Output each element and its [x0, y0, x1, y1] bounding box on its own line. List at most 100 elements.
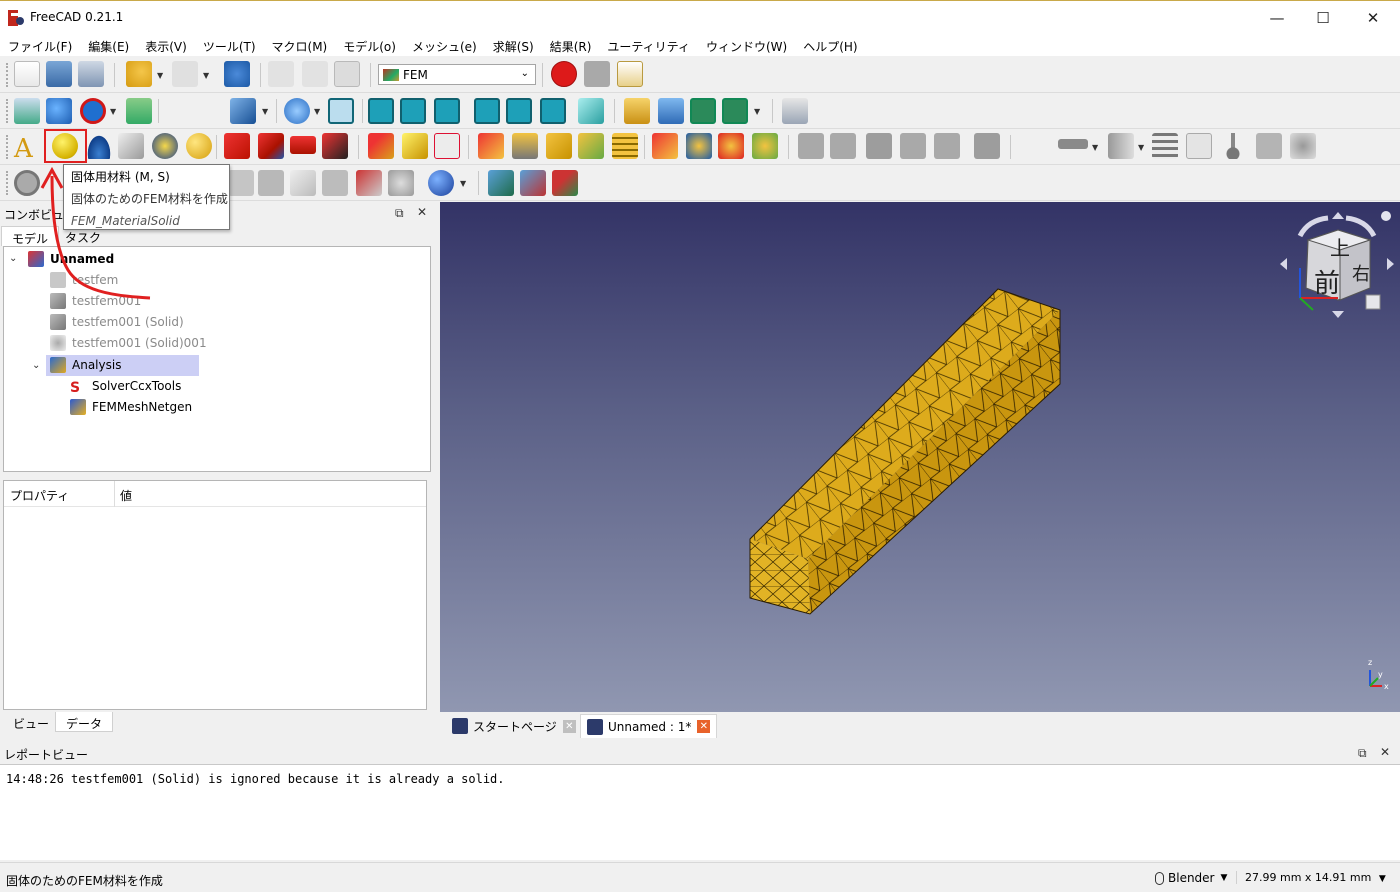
post-filter-region-icon[interactable]	[258, 170, 284, 196]
constraint-dropdown-icon[interactable]: ▼	[1092, 143, 1098, 152]
float-panel-icon[interactable]: ⧉	[395, 206, 404, 221]
bottom-view-icon[interactable]	[506, 98, 532, 124]
create-part-icon[interactable]	[624, 98, 650, 124]
menu-macro[interactable]: マクロ(M)	[264, 34, 336, 56]
tab-data[interactable]: データ	[55, 712, 114, 732]
menu-window[interactable]: ウィンドウ(W)	[698, 34, 795, 56]
rear-view-icon[interactable]	[474, 98, 500, 124]
navcube-front-label[interactable]: 前	[1314, 263, 1340, 300]
toolbar-grip[interactable]	[6, 63, 10, 87]
result-stress-icon[interactable]	[1290, 133, 1316, 159]
left-view-icon[interactable]	[540, 98, 566, 124]
tree-item-mesh[interactable]: FEMMeshNetgen	[70, 397, 192, 417]
constraint-bodyheat-icon[interactable]	[900, 133, 926, 159]
redo-dropdown-icon[interactable]: ▼	[203, 71, 209, 80]
menu-solve[interactable]: 求解(S)	[485, 34, 542, 56]
redo-icon[interactable]	[172, 61, 198, 87]
refresh-icon[interactable]	[224, 61, 250, 87]
close-panel-icon[interactable]: ✕	[417, 205, 427, 219]
sync-view-icon[interactable]	[230, 98, 256, 124]
menu-model[interactable]: モデル(o)	[335, 34, 404, 56]
zoom-dropdown-icon[interactable]: ▼	[314, 107, 320, 116]
tab-model[interactable]: モデル	[1, 226, 60, 246]
mesh-netgen-icon[interactable]	[488, 170, 514, 196]
open-folder-icon[interactable]	[46, 61, 72, 87]
whats-this-icon[interactable]	[782, 98, 808, 124]
tree-item-testfem001[interactable]: testfem001	[50, 291, 141, 311]
post-filter-cut-icon[interactable]	[290, 170, 316, 196]
link-dropdown-icon[interactable]: ▼	[754, 107, 760, 116]
front-view-icon[interactable]	[368, 98, 394, 124]
navcube-right-label[interactable]: 右	[1352, 260, 1370, 286]
constraint-tie-icon[interactable]	[402, 133, 428, 159]
menu-tools[interactable]: ツール(T)	[195, 34, 264, 56]
tree-item-testfem001-solid001[interactable]: testfem001 (Solid)001	[50, 333, 207, 353]
constraint-transform-icon[interactable]	[578, 133, 604, 159]
postpipeline-icon[interactable]	[1152, 133, 1178, 159]
navigation-style-selector[interactable]: Blender ▼	[1155, 871, 1227, 885]
workbench-selector[interactable]: FEM ⌄	[378, 64, 536, 85]
constraint-heatflux-icon[interactable]	[830, 133, 856, 159]
menu-file[interactable]: ファイル(F)	[0, 34, 80, 56]
constraint-displacement-icon[interactable]	[512, 133, 538, 159]
measure-distance-icon[interactable]	[578, 98, 604, 124]
maximize-button[interactable]: ☐	[1300, 1, 1346, 35]
float-panel-icon[interactable]: ⧉	[1358, 746, 1367, 761]
3d-viewport[interactable]: 上 前 右 z y x	[440, 202, 1400, 712]
tree-item-solver[interactable]: S SolverCcxTools	[70, 376, 181, 396]
tab-unnamed[interactable]: Unnamed : 1* ✕	[580, 714, 718, 738]
constraint-force-icon[interactable]	[652, 133, 678, 159]
fluid-material-icon[interactable]	[86, 133, 112, 159]
material-mixed-icon[interactable]	[186, 133, 212, 159]
top-view-icon[interactable]	[400, 98, 426, 124]
menu-utilities[interactable]: ユーティリティ	[599, 34, 698, 56]
minimize-button[interactable]: —	[1254, 1, 1300, 35]
save-icon[interactable]	[78, 61, 104, 87]
constraint-section-print-icon[interactable]	[1058, 139, 1088, 149]
copy-icon[interactable]	[302, 61, 328, 87]
beam-section-icon[interactable]	[290, 136, 316, 154]
expand-root-icon[interactable]: ⌄	[9, 253, 17, 264]
tree-item-testfem001-solid[interactable]: testfem001 (Solid)	[50, 312, 184, 332]
isometric-view-icon[interactable]	[328, 98, 354, 124]
constraint-fixed-icon[interactable]	[478, 133, 504, 159]
mesh-clear-icon[interactable]	[520, 170, 546, 196]
sync-dropdown-icon[interactable]: ▼	[262, 107, 268, 116]
constraint-spring-coil-icon[interactable]	[612, 133, 638, 159]
menu-view[interactable]: 表示(V)	[137, 34, 195, 56]
constraint-spring-icon[interactable]	[434, 133, 460, 159]
cut-icon[interactable]	[268, 61, 294, 87]
toolbar-grip[interactable]	[6, 99, 10, 123]
link-actions-icon[interactable]	[722, 98, 748, 124]
undo-dropdown-icon[interactable]: ▼	[157, 71, 163, 80]
fit-selection-icon[interactable]	[46, 98, 72, 124]
result-displacement-icon[interactable]	[1256, 133, 1282, 159]
constraint-temperature-icon[interactable]	[866, 133, 892, 159]
edit-macro-icon[interactable]	[617, 61, 643, 87]
close-tab-icon[interactable]: ✕	[697, 720, 711, 733]
beam-rotation-icon[interactable]	[258, 133, 284, 159]
create-link-icon[interactable]	[690, 98, 716, 124]
constraint-centrif-icon[interactable]	[718, 133, 744, 159]
analysis-container-icon[interactable]: A	[12, 131, 40, 161]
fem-mesh-solid[interactable]	[440, 202, 1400, 712]
mesh-display-info-icon[interactable]	[552, 170, 578, 196]
undo-icon[interactable]	[126, 61, 152, 87]
tree-item-analysis[interactable]: Analysis	[50, 355, 121, 375]
report-view[interactable]: 14:48:26 testfem001 (Solid) is ignored b…	[0, 764, 1400, 860]
menu-mesh[interactable]: メッシュ(e)	[404, 34, 485, 56]
close-window-button[interactable]: ✕	[1350, 1, 1396, 35]
post-filter-clip-icon[interactable]	[228, 170, 254, 196]
constraint-flowvelocity-icon[interactable]	[974, 133, 1000, 159]
tab-start-page[interactable]: スタートページ ✕	[446, 714, 582, 738]
zoom-icon[interactable]	[284, 98, 310, 124]
constraint-initial-temp-icon[interactable]	[798, 133, 824, 159]
paste-icon[interactable]	[334, 61, 360, 87]
tree-item-testfem[interactable]: testfem	[50, 270, 118, 290]
post-filter-line-icon[interactable]	[356, 170, 382, 196]
result-scalar-icon[interactable]	[1186, 133, 1212, 159]
menu-edit[interactable]: 編集(E)	[80, 34, 137, 56]
constraint-contact-icon[interactable]	[368, 133, 394, 159]
expand-analysis-icon[interactable]: ⌄	[32, 360, 40, 371]
right-view-icon[interactable]	[434, 98, 460, 124]
